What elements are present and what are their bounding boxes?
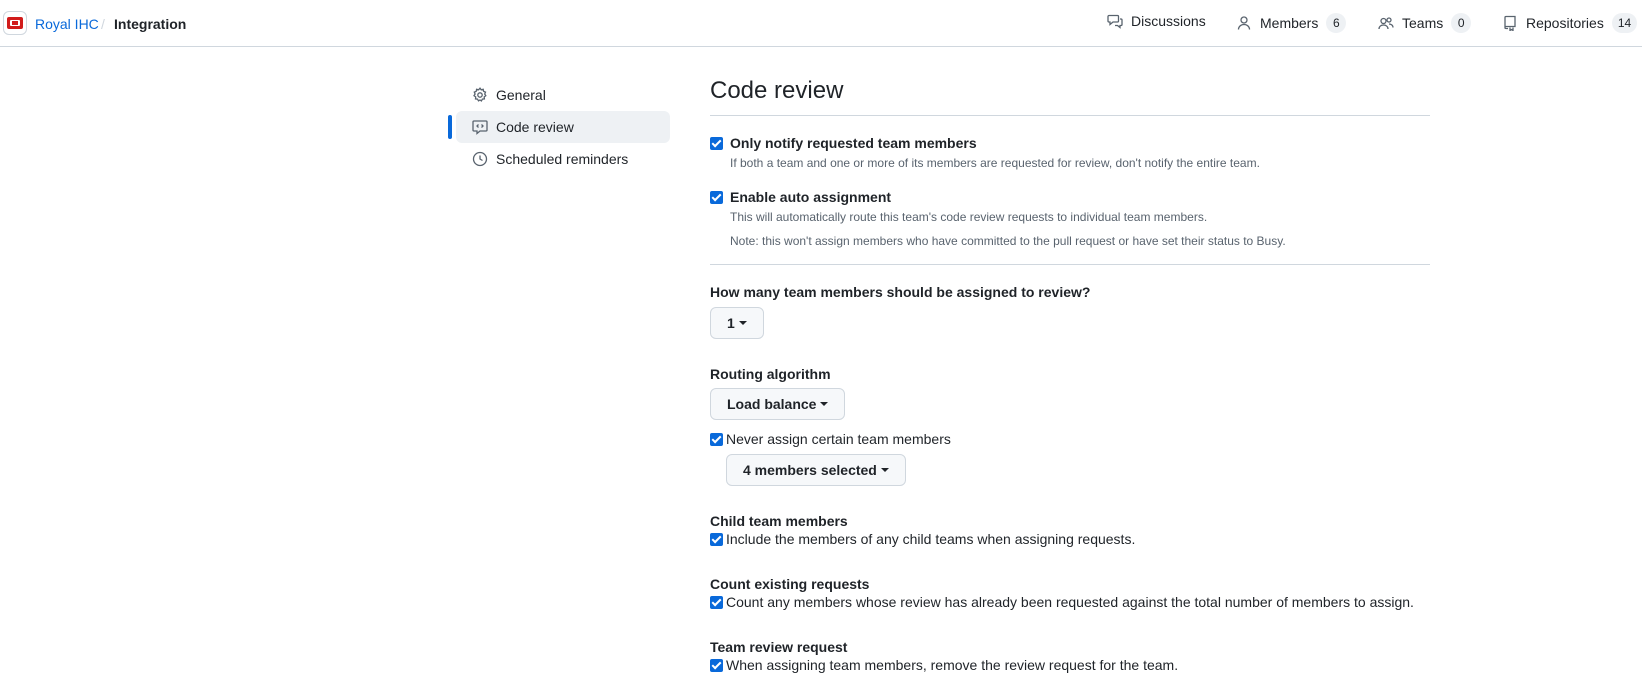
- caret-down-icon: [738, 321, 747, 325]
- count-existing-checkbox[interactable]: [710, 596, 723, 609]
- title-divider: [710, 115, 1430, 116]
- tab-teams[interactable]: Teams 0: [1378, 13, 1472, 33]
- members-counter: 6: [1326, 13, 1347, 33]
- child-team-option: Include the members of any child teams w…: [710, 531, 1430, 548]
- never-assign-checkbox[interactable]: [710, 433, 723, 446]
- tab-teams-label: Teams: [1402, 15, 1444, 31]
- never-assign-option: Never assign certain team members: [710, 431, 1430, 448]
- reviewer-count-select[interactable]: 1: [710, 307, 764, 339]
- clock-icon: [472, 151, 488, 167]
- child-team-checkbox[interactable]: [710, 533, 723, 546]
- code-review-settings: Code review Only notify requested team m…: [710, 71, 1430, 674]
- count-existing-heading: Count existing requests: [710, 576, 870, 592]
- code-review-icon: [472, 120, 488, 135]
- sidebar-item-label: Code review: [496, 119, 574, 135]
- page-title: Code review: [710, 77, 844, 104]
- team-review-heading: Team review request: [710, 639, 848, 655]
- sidebar-item-code-review[interactable]: Code review: [448, 111, 670, 143]
- repo-icon: [1504, 15, 1516, 31]
- org-logo-mark: [7, 17, 23, 29]
- breadcrumb-separator: /: [101, 16, 105, 32]
- count-existing-label: Count any members whose review has alrea…: [726, 594, 1414, 610]
- teams-counter: 0: [1451, 13, 1472, 33]
- auto-assign-note: This will automatically route this team'…: [730, 210, 1208, 224]
- tab-repositories[interactable]: Repositories 14: [1502, 13, 1638, 33]
- team-header: Royal IHC / Integration Discussions Memb…: [0, 0, 1642, 47]
- auto-assign-option: Enable auto assignment: [710, 189, 1430, 206]
- repositories-counter: 14: [1611, 13, 1638, 33]
- section-divider: [710, 264, 1430, 265]
- team-review-option: When assigning team members, remove the …: [710, 657, 1430, 674]
- never-assign-label: Never assign certain team members: [726, 431, 951, 447]
- discussions-icon: [1107, 14, 1123, 29]
- child-team-label: Include the members of any child teams w…: [726, 531, 1136, 547]
- excluded-members-value: 4 members selected: [743, 462, 877, 478]
- reviewer-count-value: 1: [727, 315, 735, 331]
- how-many-heading: How many team members should be assigned…: [710, 284, 1091, 300]
- notify-option: Only notify requested team members: [710, 135, 1430, 152]
- notify-label: Only notify requested team members: [730, 135, 977, 151]
- notify-checkbox[interactable]: [710, 137, 723, 150]
- sidebar-item-scheduled-reminders[interactable]: Scheduled reminders: [456, 143, 670, 175]
- auto-assign-busy-note: Note: this won't assign members who have…: [730, 234, 1286, 248]
- routing-heading: Routing algorithm: [710, 366, 831, 382]
- tab-discussions[interactable]: Discussions: [1107, 13, 1206, 29]
- tab-discussions-label: Discussions: [1131, 13, 1206, 29]
- auto-assign-checkbox[interactable]: [710, 191, 723, 204]
- org-logo[interactable]: [3, 11, 27, 35]
- routing-algorithm-select[interactable]: Load balance: [710, 388, 846, 420]
- auto-assign-label: Enable auto assignment: [730, 189, 892, 205]
- team-review-label: When assigning team members, remove the …: [726, 657, 1179, 673]
- team-review-checkbox[interactable]: [710, 659, 723, 672]
- people-icon: [1378, 17, 1394, 30]
- person-icon: [1237, 16, 1251, 30]
- settings-sidebar: General Code review Scheduled reminders: [448, 79, 670, 175]
- child-team-heading: Child team members: [710, 513, 848, 529]
- sidebar-item-general[interactable]: General: [456, 79, 670, 111]
- org-link[interactable]: Royal IHC: [35, 16, 99, 32]
- tab-members-label: Members: [1260, 15, 1319, 31]
- caret-down-icon: [880, 468, 889, 472]
- tab-members[interactable]: Members 6: [1236, 13, 1347, 33]
- notify-note: If both a team and one or more of its me…: [730, 156, 1260, 170]
- team-name[interactable]: Integration: [114, 16, 186, 32]
- sidebar-item-label: Scheduled reminders: [496, 151, 629, 167]
- count-existing-option: Count any members whose review has alrea…: [710, 594, 1430, 611]
- tab-repositories-label: Repositories: [1526, 15, 1604, 31]
- routing-algorithm-value: Load balance: [727, 396, 817, 412]
- gear-icon: [473, 87, 487, 102]
- sidebar-item-label: General: [496, 87, 546, 103]
- excluded-members-select[interactable]: 4 members selected: [726, 454, 906, 486]
- caret-down-icon: [820, 402, 829, 406]
